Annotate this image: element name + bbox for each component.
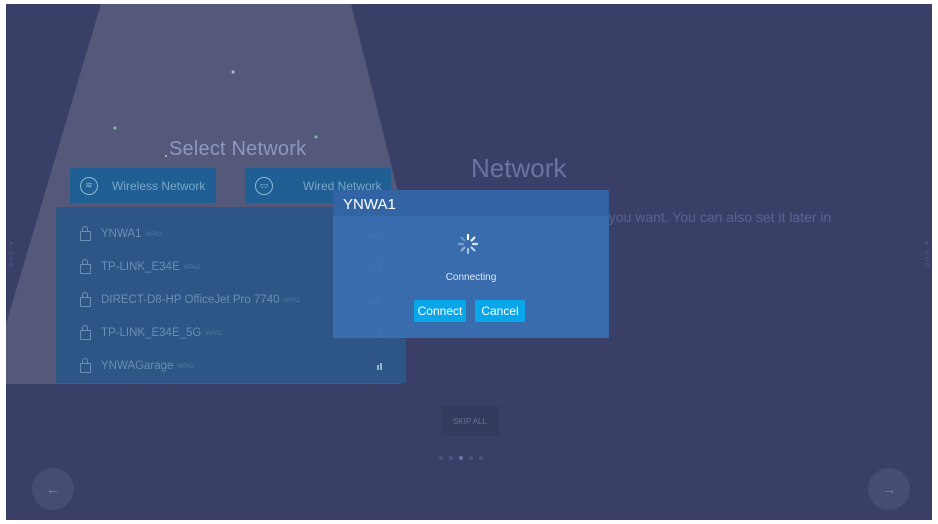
select-network-title: Select Network — [169, 138, 307, 160]
loading-spinner-icon — [457, 233, 479, 255]
network-ssid: YNWAGarage — [101, 359, 174, 372]
lock-icon — [80, 357, 91, 373]
page-dot-active — [459, 456, 463, 460]
connecting-dialog: YNWA1 Connecting Connect Cancel — [333, 190, 609, 338]
page-dot — [479, 456, 483, 460]
next-button[interactable]: → — [868, 468, 910, 510]
network-ssid: YNWA1 — [101, 227, 142, 240]
connection-status: Connecting — [445, 272, 497, 283]
network-security: WPA2 — [145, 231, 163, 238]
network-security: WPA2 — [177, 363, 194, 370]
tab-wireless-network[interactable]: ≋ Wireless Network — [70, 168, 216, 203]
connect-button[interactable]: Connect — [414, 300, 466, 322]
dots-icon: ○ ○ ○ — [8, 250, 14, 269]
arrow-right-icon: → — [882, 481, 896, 497]
arrow-left-icon: ← — [46, 481, 60, 497]
setup-screen: Select Network ≋ Wireless Network ▭ Wire… — [6, 4, 932, 520]
wifi-icon: ≋ — [80, 176, 98, 195]
network-title: Network — [471, 153, 567, 183]
network-ssid: TP-LINK_E34E — [101, 260, 180, 273]
page-dot — [449, 456, 453, 460]
chevron-icon: › — [9, 240, 13, 247]
previous-button[interactable]: ← — [32, 468, 74, 510]
tab-wireless-label: Wireless Network — [112, 178, 206, 193]
lock-icon — [80, 225, 91, 241]
lock-icon — [80, 291, 91, 307]
page-indicator — [439, 456, 483, 460]
side-toolbar-handle-left[interactable]: › ○ ○ ○ — [7, 240, 15, 278]
signal-strength-icon — [376, 360, 382, 370]
lock-icon — [80, 258, 91, 274]
side-toolbar-handle-right[interactable]: ‹ ○ ○ ○ — [923, 240, 931, 278]
network-ssid: DIRECT-D8-HP OfficeJet Pro 7740 — [101, 293, 280, 306]
skip-all-button[interactable]: SKIP ALL — [441, 406, 499, 436]
network-item[interactable]: YNWAGarage WPA2 — [56, 349, 406, 382]
chevron-icon: ‹ — [925, 240, 929, 247]
network-security: WPA2 — [183, 264, 201, 271]
network-ssid: TP-LINK_E34E_5G — [101, 326, 202, 339]
dots-icon: ○ ○ ○ — [924, 250, 930, 269]
dialog-title: YNWA1 — [343, 196, 396, 213]
network-security: WPA2 — [205, 330, 222, 337]
network-security: WPA2 — [283, 297, 301, 304]
cancel-button[interactable]: Cancel — [475, 300, 525, 322]
ethernet-icon: ▭ — [255, 176, 273, 195]
lock-icon — [80, 324, 91, 340]
page-dot — [469, 456, 473, 460]
page-dot — [439, 456, 443, 460]
